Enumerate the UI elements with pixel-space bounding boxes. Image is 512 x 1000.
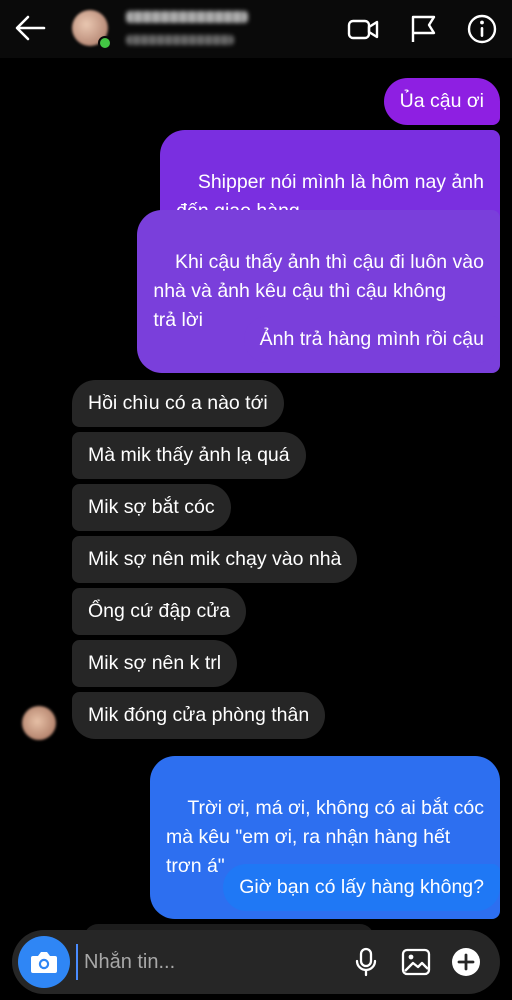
message-text: Ảnh trả hàng mình rồi cậu: [259, 328, 484, 350]
avatar[interactable]: [22, 706, 56, 740]
gallery-icon[interactable]: [398, 944, 434, 980]
message-text: Mik sợ nên mik chạy vào nhà: [88, 548, 342, 570]
message-composer: [12, 930, 500, 994]
contact-avatar-header[interactable]: [72, 10, 112, 50]
incoming-message[interactable]: Hồi chìu có a nào tới: [72, 380, 284, 427]
message-text: Mà mik thấy ảnh lạ quá: [88, 444, 290, 466]
message-text: Ổng cứ đập cửa: [88, 600, 231, 622]
back-arrow-icon[interactable]: [10, 10, 50, 46]
message-text: Mik sợ nên k trl: [88, 652, 222, 674]
message-input[interactable]: [76, 944, 346, 980]
plus-icon[interactable]: [448, 944, 484, 980]
contact-name-blurred[interactable]: [126, 11, 248, 23]
camera-icon[interactable]: [18, 936, 70, 988]
message-text: Hồi chìu có a nào tới: [88, 392, 268, 414]
incoming-message[interactable]: Mik đóng cửa phòng thân: [72, 692, 326, 739]
contact-status-blurred: [126, 35, 234, 45]
incoming-message[interactable]: Mà mik thấy ảnh lạ quá: [72, 432, 306, 479]
incoming-message[interactable]: Mik sợ bắt cóc: [72, 484, 231, 531]
flag-icon[interactable]: [406, 12, 440, 46]
incoming-message[interactable]: Ổng cứ đập cửa: [72, 588, 247, 635]
microphone-icon[interactable]: [348, 944, 384, 980]
chat-header: [0, 0, 512, 58]
message-thread[interactable]: Ủa cậu ơi Shipper nói mình là hôm nay ản…: [0, 58, 512, 944]
message-text: Mik đóng cửa phòng thân: [88, 704, 310, 726]
outgoing-message[interactable]: Ủa cậu ơi: [383, 78, 500, 125]
outgoing-message[interactable]: Giờ bạn có lấy hàng không?: [223, 864, 500, 911]
incoming-message[interactable]: Mik sợ nên k trl: [72, 640, 238, 687]
incoming-message[interactable]: Mik sợ nên mik chạy vào nhà: [72, 536, 358, 583]
message-text: Giờ bạn có lấy hàng không?: [239, 876, 484, 898]
outgoing-message[interactable]: Ảnh trả hàng mình rồi cậu: [243, 316, 500, 363]
message-text: Mik sợ bắt cóc: [88, 496, 215, 518]
info-icon[interactable]: [465, 12, 499, 46]
online-status-dot: [98, 36, 112, 50]
message-text: Ủa cậu ơi: [399, 90, 484, 112]
video-call-icon[interactable]: [346, 12, 380, 46]
